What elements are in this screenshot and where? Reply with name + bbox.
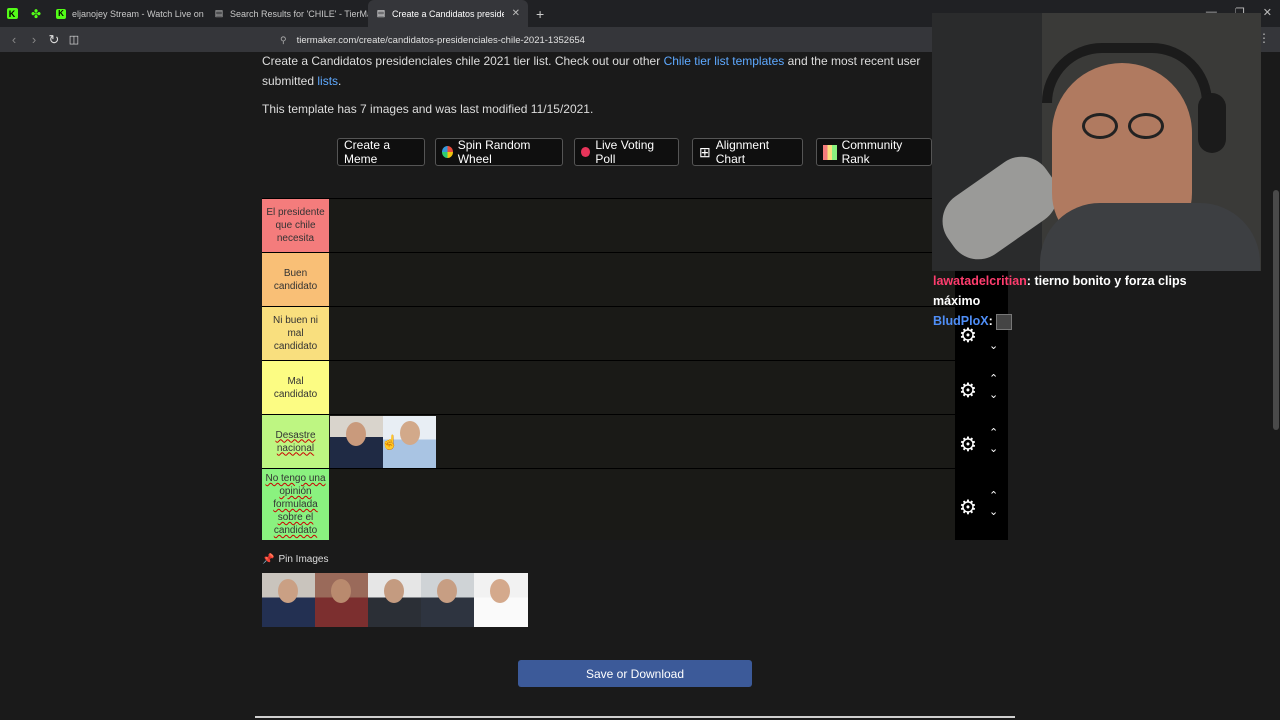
gear-icon[interactable]: ⚙ [959,495,977,520]
button-label: Create a Meme [344,138,391,166]
hand-cursor-icon: ☝ [381,434,399,450]
url-text: tiermaker.com/create/candidatos-presiden… [296,34,585,46]
spin-wheel-button[interactable]: Spin Random Wheel [435,138,563,166]
headphones [1042,43,1212,103]
pin-label: Pin Images [278,554,329,565]
back-icon[interactable]: ‹ [4,32,24,47]
chevron-up-icon[interactable]: ⌃ [989,372,998,385]
template-intro: Create a Candidatos presidenciales chile… [262,51,942,91]
glasses-left [1082,113,1118,139]
live-voting-poll-button[interactable]: Live Voting Poll [574,138,679,166]
recent-lists-link[interactable]: lists [317,74,338,88]
glasses-right [1128,113,1164,139]
candidate-image[interactable] [474,573,528,627]
forward-icon[interactable]: › [24,32,44,47]
candidate-image[interactable] [368,573,421,627]
intro-text: Create a Candidatos presidenciales chile… [262,54,664,68]
webcam-overlay [932,13,1261,271]
tier-label[interactable]: El presidente que chile necesita [262,199,329,252]
save-or-download-button[interactable]: Save or Download [518,660,752,687]
close-tab-icon[interactable]: ✕ [512,8,520,19]
new-tab-button[interactable]: + [528,6,552,22]
page-scrollbar[interactable] [1272,52,1280,720]
pin-icon: 📌 [262,554,275,565]
pin-images-toggle[interactable]: 📌 Pin Images [262,554,328,565]
tier-row[interactable]: Mal candidato [262,360,955,414]
kick-icon: K [56,8,66,19]
candidate-image[interactable] [262,573,315,627]
tier-row[interactable]: Desastre nacional ☝ [262,414,955,468]
chat-message: BludPloX: [933,311,1223,331]
chevron-up-icon[interactable]: ⌃ [989,489,998,502]
chat-message: lawatadelcritian: tierno bonito y forza … [933,271,1223,311]
tab-search-results[interactable]: ▤ Search Results for 'CHILE' - TierMaker [206,0,368,27]
tier-label[interactable]: Ni buen ni mal candidato [262,307,329,360]
streamer-shirt [1040,203,1260,271]
record-icon [581,147,591,157]
tier-label[interactable]: Desastre nacional [262,415,329,468]
community-rank-button[interactable]: Community Rank [816,138,932,166]
button-label: Live Voting Poll [595,138,655,166]
chevron-up-icon[interactable]: ⌃ [989,426,998,439]
headphone-cup [1198,93,1226,153]
emote-image [996,313,1013,330]
grid-icon: ⊞ [699,143,711,160]
template-modified-info: This template has 7 images and was last … [262,102,594,116]
tier-label[interactable]: Buen candidato [262,253,329,306]
chevron-down-icon[interactable]: ⌄ [989,442,998,455]
url-field[interactable]: ⚲ tiermaker.com/create/candidatos-presid… [280,31,585,49]
tiermaker-icon: ▤ [376,8,386,18]
kick-app-icon[interactable]: K [0,0,24,27]
extension-puzzle-icon[interactable]: ✤ [24,0,48,27]
chevron-down-icon[interactable]: ⌄ [989,388,998,401]
tab-label: eljanojey Stream - Watch Live on Kick [72,8,206,19]
chile-templates-link[interactable]: Chile tier list templates [664,54,785,68]
scrollbar-thumb[interactable] [1273,190,1279,430]
tier-label[interactable]: Mal candidato [262,361,329,414]
candidate-image[interactable] [330,416,383,468]
create-meme-button[interactable]: Create a Meme [337,138,425,166]
gear-icon[interactable]: ⚙ [959,378,977,403]
alignment-chart-button[interactable]: ⊞ Alignment Chart [692,138,803,166]
tier-label[interactable]: No tengo una opinión formulada sobre el … [262,469,329,540]
chat-username: BludPloX [933,314,989,328]
tab-create-tierlist[interactable]: ▤ Create a Candidatos presidencia ✕ [368,0,528,27]
site-info-icon[interactable]: ⚲ [280,35,287,46]
button-label: Spin Random Wheel [457,138,531,166]
split-view-icon[interactable]: ◫ [64,33,84,46]
color-grid-icon [823,144,837,160]
tier-row[interactable]: El presidente que chile necesita [262,198,955,252]
button-label: Alignment Chart [715,138,770,166]
bottom-divider [255,716,1015,718]
intro-text-end: . [338,74,342,88]
chevron-down-icon[interactable]: ⌄ [989,339,998,352]
tab-label: Create a Candidatos presidencia [392,8,504,19]
chevron-down-icon[interactable]: ⌄ [989,505,998,518]
candidate-image[interactable] [421,573,474,627]
wheel-icon [442,146,453,158]
chat-separator: : [988,314,997,328]
candidate-image[interactable] [315,573,368,627]
button-label: Community Rank [841,138,903,166]
chat-username: lawatadelcritian [933,274,1027,288]
tier-list: El presidente que chile necesita Buen ca… [262,198,955,540]
chat-overlay: lawatadelcritian: tierno bonito y forza … [933,271,1223,331]
tab-kick[interactable]: K eljanojey Stream - Watch Live on Kick [48,0,206,27]
tiermaker-icon: ▤ [214,8,224,18]
close-window-icon[interactable]: ✕ [1263,6,1272,19]
tier-row[interactable]: Ni buen ni mal candidato [262,306,955,360]
gear-icon[interactable]: ⚙ [959,432,977,457]
tier-row[interactable]: Buen candidato [262,252,955,306]
reload-icon[interactable]: ↻ [44,32,64,48]
tab-label: Search Results for 'CHILE' - TierMaker [230,8,368,19]
tier-row[interactable]: No tengo una opinión formulada sobre el … [262,468,955,540]
